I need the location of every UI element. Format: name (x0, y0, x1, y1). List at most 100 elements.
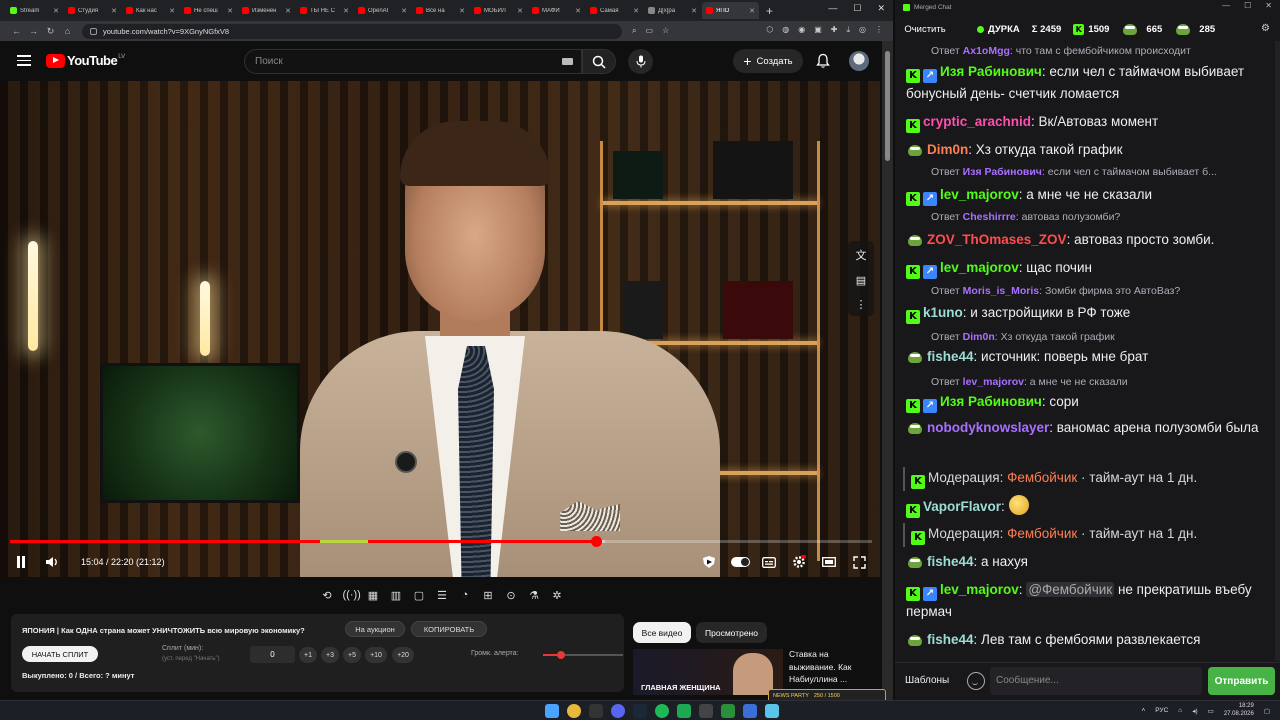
subtitles-icon[interactable]: ▤ (856, 274, 866, 287)
chat-username[interactable]: Dim0n (927, 142, 968, 157)
gear-icon[interactable]: ✲ (550, 589, 565, 602)
settings-gear-icon[interactable] (790, 553, 808, 571)
maximize-icon[interactable]: ☐ (853, 3, 861, 14)
chrome-icon[interactable] (567, 704, 581, 718)
loop-icon[interactable]: ⟲ (320, 589, 335, 602)
download-icon[interactable]: ⤓ (846, 25, 850, 35)
notification-icon[interactable]: ▢ (1264, 707, 1270, 715)
notifications-bell-icon[interactable] (815, 53, 831, 69)
auction-button[interactable]: На аукцион (345, 621, 405, 637)
chat-username[interactable]: Изя Рабинович (940, 64, 1042, 79)
chip-all-videos[interactable]: Все видео (633, 622, 691, 643)
puzzle-icon[interactable]: ✚ (831, 25, 838, 35)
chat-mention[interactable]: @Фембойчик (1026, 582, 1115, 597)
clapper-icon[interactable]: ▥ (389, 589, 404, 602)
search-input[interactable]: Поиск (244, 49, 582, 74)
minimize-icon[interactable]: — (828, 3, 837, 14)
profile-icon[interactable]: ◎ (859, 25, 866, 35)
list-icon[interactable]: ☰ (435, 589, 450, 602)
youtube-logo[interactable]: YouTube LV (46, 53, 125, 68)
chat-username[interactable]: Фембойчик (1007, 470, 1077, 485)
send-button[interactable]: Отправить (1208, 667, 1275, 695)
browser-tab[interactable]: ЯПО ✕ (702, 2, 759, 19)
tab-close-icon[interactable]: ✕ (575, 7, 581, 15)
browser-tab[interactable]: Д[х]ра ✕ (644, 2, 701, 19)
home-icon[interactable]: ⌂ (59, 26, 76, 36)
pause-icon[interactable] (14, 553, 28, 571)
browser-tab[interactable]: Изменен ✕ (238, 2, 295, 19)
chat-username[interactable]: fishe44 (927, 554, 974, 569)
related-video-title[interactable]: Ставка на выживание. Как Набиуллина ... (789, 648, 873, 686)
extension-icon[interactable]: ◉ (798, 25, 805, 35)
add-clip-icon[interactable]: ⊞ (481, 589, 496, 602)
sponsorblock-icon[interactable] (700, 553, 718, 571)
more-options-icon[interactable]: ⋮ (856, 298, 867, 311)
templates-button[interactable]: Шаблоны (905, 675, 949, 686)
chat-username[interactable]: k1uno (923, 305, 963, 320)
start-split-button[interactable]: НАЧАТЬ СПЛИТ (22, 646, 98, 662)
hamburger-icon[interactable] (17, 55, 31, 66)
create-button[interactable]: + Создать (733, 49, 803, 73)
increment-button[interactable]: +5 (343, 647, 361, 663)
browser-tab[interactable]: МАФИ ✕ (528, 2, 585, 19)
browser-tab[interactable]: Не спеш ✕ (180, 2, 237, 19)
site-info-icon[interactable] (90, 27, 97, 35)
browser-tab[interactable]: Все на ✕ (412, 2, 469, 19)
tab-close-icon[interactable]: ✕ (749, 7, 755, 15)
search-button[interactable] (582, 49, 616, 74)
related-video-thumbnail[interactable]: ГЛАВНАЯ ЖЕНЩИНА (633, 649, 783, 695)
keyboard-icon[interactable] (562, 58, 573, 65)
speed-icon[interactable]: ◔ (458, 589, 473, 601)
chat-username[interactable]: nobodyknowslayer (927, 420, 1049, 435)
network-icon[interactable]: ⌂ (1178, 707, 1182, 714)
tab-close-icon[interactable]: ✕ (111, 7, 117, 15)
chat-username[interactable]: cryptic_arachnid (923, 114, 1031, 129)
clear-button[interactable]: Очистить (895, 18, 955, 40)
browser-tab[interactable]: Самая ✕ (586, 2, 643, 19)
chat-username[interactable]: Фембойчик (1007, 526, 1077, 541)
language-indicator[interactable]: РУС (1155, 707, 1168, 714)
tab-close-icon[interactable]: ✕ (227, 7, 233, 15)
volume-icon[interactable] (44, 553, 60, 571)
message-input[interactable]: Сообщение... (990, 667, 1202, 695)
tray-chevron-icon[interactable]: ˄ (1141, 707, 1145, 714)
chat-username[interactable]: ZOV_ThOmases_ZOV (927, 232, 1067, 247)
url-field[interactable]: youtube.com/watch?v=9XGnyNGfxV8 (82, 23, 622, 39)
increment-button[interactable]: +3 (321, 647, 339, 663)
reply-username[interactable]: Ax1oMgg (963, 45, 1010, 57)
autoplay-toggle[interactable] (730, 553, 750, 571)
back-icon[interactable]: ← (8, 26, 25, 36)
split-minutes-input[interactable]: 0 (250, 646, 295, 663)
app-icon[interactable] (677, 704, 691, 718)
tab-close-icon[interactable]: ✕ (169, 7, 175, 15)
clock[interactable]: 18:29 27.08.2026 (1224, 703, 1254, 718)
minimize-icon[interactable]: — (1222, 1, 1230, 10)
new-tab-icon[interactable]: + (766, 4, 773, 18)
close-icon[interactable]: ✕ (1265, 1, 1272, 10)
tab-close-icon[interactable]: ✕ (285, 7, 291, 15)
video-progress-bar[interactable] (10, 536, 872, 547)
chat-username[interactable]: Изя Рабинович (940, 394, 1042, 409)
browser-tab[interactable]: Stream ✕ (6, 2, 63, 19)
reply-username[interactable]: Изя Рабинович (963, 166, 1042, 178)
chat-username[interactable]: fishe44 (927, 349, 974, 364)
tab-close-icon[interactable]: ✕ (459, 7, 465, 15)
tab-close-icon[interactable]: ✕ (517, 7, 523, 15)
steam-icon[interactable] (633, 704, 647, 718)
video-player[interactable]: 文 ▤ ⋮ N (0, 81, 880, 577)
bookmark-star-icon[interactable]: ☆ (662, 26, 669, 36)
discord-icon[interactable] (611, 704, 625, 718)
broadcast-icon[interactable]: ((·)) (343, 589, 361, 601)
app-icon[interactable] (699, 704, 713, 718)
windows-start-icon[interactable] (545, 704, 559, 718)
browser-tab[interactable]: Как нас ✕ (122, 2, 179, 19)
avatar[interactable] (849, 51, 869, 71)
chat-username[interactable]: fishe44 (927, 632, 974, 647)
increment-button[interactable]: +20 (392, 647, 414, 663)
translate-icon[interactable]: 文 (856, 247, 867, 263)
crop-icon[interactable]: ▢ (412, 589, 427, 602)
alert-volume-slider[interactable] (543, 651, 623, 659)
reply-username[interactable]: lev_majorov (963, 376, 1024, 388)
increment-button[interactable]: +10 (365, 647, 387, 663)
emoji-icon[interactable] (967, 672, 985, 690)
